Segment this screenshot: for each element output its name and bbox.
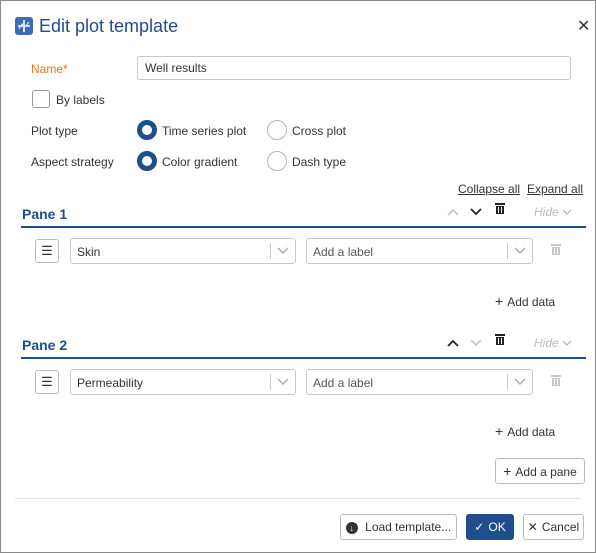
pane-2-move-up-icon[interactable] [445,335,461,351]
pane-2-title: Pane 2 [22,337,68,353]
chevron-down-icon [277,242,289,261]
chevron-down-icon [562,209,572,215]
radio-color-gradient[interactable] [137,151,157,171]
select-separator [507,374,508,390]
pane-2-hide-label: Hide [534,336,559,350]
plus-icon: + [503,463,512,479]
pane-1-data-value: Skin [77,245,101,259]
pane-1-title: Pane 1 [22,206,68,222]
pane-2-row-delete-icon[interactable] [548,374,564,391]
radio-cross-plot[interactable] [267,120,287,140]
name-label: Name* [31,62,68,76]
plot-template-icon [15,17,33,35]
expand-all-link[interactable]: Expand all [527,182,583,196]
select-separator [507,243,508,259]
pane-1-add-data-button[interactable]: + Add data [495,293,555,309]
load-template-label: Load template... [365,520,452,534]
cancel-label: Cancel [541,520,580,534]
radio-dash-type[interactable] [267,151,287,171]
pane-2-underline [21,357,586,359]
chevron-down-icon [514,242,526,261]
footer-divider [15,498,581,499]
pane-1-hide-label: Hide [534,205,559,219]
edit-plot-template-dialog: Edit plot template ✕ Name* By labels Plo… [0,0,596,553]
color-gradient-label: Color gradient [162,155,238,169]
pane-1-label-select[interactable]: Add a label [306,238,533,264]
pane-1-hide-toggle[interactable]: Hide [534,205,572,219]
pane-1-underline [21,226,586,228]
by-labels-label: By labels [56,93,105,107]
required-mark: * [63,62,68,76]
cross-plot-label: Cross plot [292,124,347,138]
pane-2-delete-icon[interactable] [492,333,508,350]
pane-2-add-data-label: Add data [507,425,556,439]
pane-1-delete-icon[interactable] [492,202,508,219]
pane-1-data-select[interactable]: Skin [70,238,296,264]
pane-1-move-down-icon[interactable] [468,204,484,220]
chevron-down-icon [562,340,572,346]
cancel-button[interactable]: ✕ Cancel [523,514,584,540]
by-labels-checkbox[interactable] [32,90,50,108]
pane-2-hide-toggle[interactable]: Hide [534,336,572,350]
plus-icon: + [495,293,504,309]
dash-type-label: Dash type [292,155,347,169]
collapse-all-link[interactable]: Collapse all [458,182,520,196]
pane-2-data-value: Permeability [77,376,144,390]
ok-button[interactable]: ✓ OK [466,514,514,540]
chevron-down-icon [514,373,526,392]
close-icon[interactable]: ✕ [577,16,590,36]
add-pane-button[interactable]: + Add a pane [495,458,585,484]
pane-2-label-placeholder: Add a label [313,376,374,390]
pane-1-add-data-label: Add data [507,295,556,309]
close-icon: ✕ [527,520,538,534]
aspect-strategy-label: Aspect strategy [31,155,114,169]
download-icon: ↓ [345,521,358,534]
pane-2-data-select[interactable]: Permeability [70,369,296,395]
plus-icon: + [495,423,504,439]
pane-2-move-down-icon[interactable] [468,335,484,351]
select-separator [270,374,271,390]
load-template-button[interactable]: ↓ Load template... [340,514,457,540]
time-series-plot-label: Time series plot [162,124,247,138]
pane-1-row-delete-icon[interactable] [548,243,564,260]
check-icon: ✓ [474,520,485,534]
pane-2-add-data-button[interactable]: + Add data [495,423,555,439]
name-label-text: Name [31,62,64,76]
pane-1-move-up-icon[interactable] [445,204,461,220]
chevron-down-icon [277,373,289,392]
add-pane-label: Add a pane [515,465,577,479]
pane-2-label-select[interactable]: Add a label [306,369,533,395]
plot-type-label: Plot type [31,124,78,138]
dialog-title: Edit plot template [39,16,179,36]
name-input[interactable] [137,56,571,80]
ok-label: OK [488,520,506,534]
pane-1-label-placeholder: Add a label [313,245,374,259]
pane-2-drag-handle-icon[interactable]: ☰ [35,370,59,394]
radio-time-series-plot[interactable] [137,120,157,140]
select-separator [270,243,271,259]
pane-1-drag-handle-icon[interactable]: ☰ [35,239,59,263]
